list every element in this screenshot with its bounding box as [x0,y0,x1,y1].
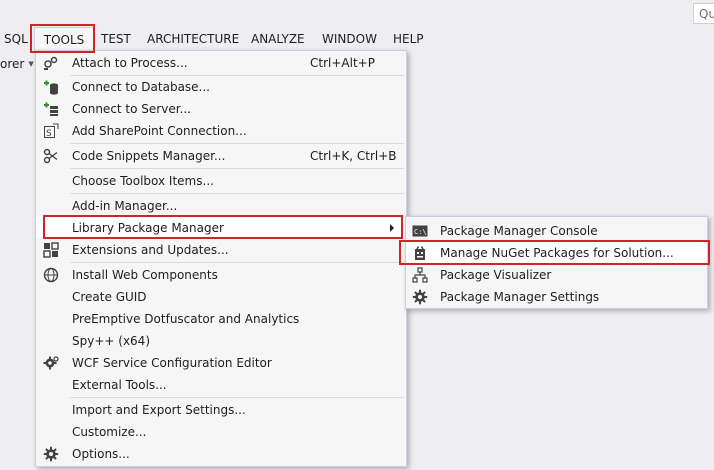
menu-item-package-manager-console[interactable]: C:\ Package Manager Console [406,220,707,242]
web-components-icon [43,267,59,283]
menu-item-extensions-and-updates[interactable]: Extensions and Updates... [36,239,406,261]
svg-text:C:\: C:\ [414,228,427,236]
menu-separator [70,143,404,144]
visualizer-icon [412,267,428,283]
menu-item-preemptive-dotfuscator[interactable]: PreEmptive Dotfuscator and Analytics [36,308,406,330]
menu-sql[interactable]: SQL [4,31,28,49]
menu-separator [70,262,404,263]
menu-item-package-manager-settings[interactable]: Package Manager Settings [406,286,707,308]
menu-item-label: Customize... [72,425,147,439]
menu-item-shortcut: Ctrl+K, Ctrl+B [310,149,397,163]
svg-text:S: S [46,129,52,139]
submenu-arrow-icon [390,224,394,232]
menu-item-label: Attach to Process... [72,56,188,70]
menu-item-label: Connect to Database... [72,80,210,94]
menu-item-library-package-manager[interactable]: Library Package Manager [36,217,406,239]
menu-item-label: External Tools... [72,378,167,392]
menu-item-label: Manage NuGet Packages for Solution... [440,246,674,260]
console-icon: C:\ [412,223,428,239]
menu-item-connect-to-database[interactable]: Connect to Database... [36,76,406,98]
menu-window[interactable]: WINDOW [322,31,377,49]
wcf-gear-icon [43,355,59,371]
menu-architecture[interactable]: ARCHITECTURE [147,31,239,49]
menu-separator [70,397,404,398]
menu-item-choose-toolbox-items[interactable]: Choose Toolbox Items... [36,170,406,192]
connect-database-icon [43,79,59,95]
menu-item-add-sharepoint-connection[interactable]: S Add SharePoint Connection... [36,120,406,142]
menu-bar: SQL TOOLS TEST ARCHITECTURE ANALYZE WIND… [0,27,714,51]
nuget-package-icon [412,245,428,261]
menu-item-create-guid[interactable]: Create GUID [36,286,406,308]
menu-item-label: Install Web Components [72,268,218,282]
menu-item-label: Package Manager Settings [440,290,600,304]
attach-process-icon [43,55,59,71]
quick-launch-input[interactable]: Qu [693,3,714,24]
options-gear-icon [43,446,59,462]
menu-item-label: Package Manager Console [440,224,598,238]
menu-item-label: Connect to Server... [72,102,191,116]
menu-item-wcf-service-configuration-editor[interactable]: WCF Service Configuration Editor [36,352,406,374]
menu-item-label: Code Snippets Manager... [72,149,226,163]
menu-item-package-visualizer[interactable]: Package Visualizer [406,264,707,286]
menu-item-label: PreEmptive Dotfuscator and Analytics [72,312,300,326]
settings-gear-icon [412,289,428,305]
menu-item-label: Choose Toolbox Items... [72,174,214,188]
menu-item-shortcut: Ctrl+Alt+P [310,56,375,70]
menu-item-label: Import and Export Settings... [72,403,246,417]
menu-item-attach-to-process[interactable]: Attach to Process... Ctrl+Alt+P [36,52,406,74]
solution-explorer-label: orer [0,57,25,71]
menu-tools[interactable]: TOOLS [34,27,94,51]
menu-item-label: Package Visualizer [440,268,552,282]
extensions-icon [43,242,59,258]
menu-item-external-tools[interactable]: External Tools... [36,374,406,396]
menu-item-label: Spy++ (x64) [72,334,150,348]
code-snippets-icon [43,148,59,164]
menu-separator [70,168,404,169]
menu-analyze[interactable]: ANALYZE [251,31,305,49]
menu-item-label: Add SharePoint Connection... [72,124,247,138]
menu-item-label: Add-in Manager... [72,199,178,213]
library-package-manager-submenu: C:\ Package Manager Console Manage NuGet… [405,216,708,309]
menu-item-code-snippets-manager[interactable]: Code Snippets Manager... Ctrl+K, Ctrl+B [36,145,406,167]
menu-separator [70,193,404,194]
menu-test[interactable]: TEST [101,31,131,49]
menu-item-label: Extensions and Updates... [72,243,229,257]
connect-server-icon [43,101,59,117]
solution-explorer-tab[interactable]: orer ▼ [0,57,34,71]
sharepoint-icon: S [43,123,59,139]
menu-item-label: Create GUID [72,290,147,304]
menu-item-customize[interactable]: Customize... [36,421,406,443]
menu-item-spy-plus-plus[interactable]: Spy++ (x64) [36,330,406,352]
menu-item-install-web-components[interactable]: Install Web Components [36,264,406,286]
menu-item-add-in-manager[interactable]: Add-in Manager... [36,195,406,217]
menu-item-manage-nuget-packages[interactable]: Manage NuGet Packages for Solution... [406,242,707,264]
menu-item-label: WCF Service Configuration Editor [72,356,272,370]
tools-menu: Attach to Process... Ctrl+Alt+P Connect … [35,50,407,467]
menu-item-connect-to-server[interactable]: Connect to Server... [36,98,406,120]
menu-item-label: Library Package Manager [72,221,224,235]
menu-item-label: Options... [72,447,130,461]
menu-help[interactable]: HELP [393,31,424,49]
menu-item-import-and-export-settings[interactable]: Import and Export Settings... [36,399,406,421]
dropdown-arrow-icon: ▼ [28,60,34,68]
menu-item-options[interactable]: Options... [36,443,406,465]
